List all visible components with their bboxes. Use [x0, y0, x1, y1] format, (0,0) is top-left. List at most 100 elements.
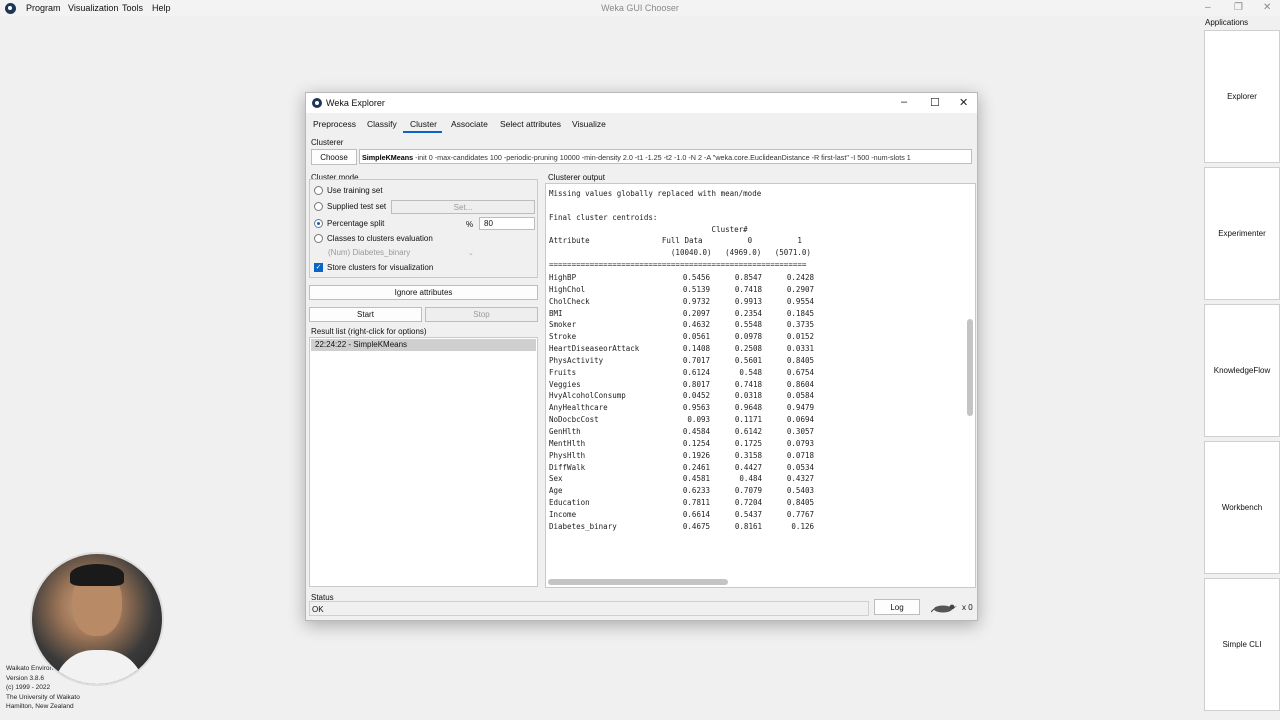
centroid-row: Age 0.6233 0.7079 0.5403	[549, 485, 814, 497]
clusterer-output-panel[interactable]: Missing values globally replaced with me…	[545, 183, 976, 588]
horizontal-scrollbar[interactable]	[548, 579, 728, 585]
percentage-split-input[interactable]: 80	[479, 217, 535, 230]
use-training-set-option[interactable]: Use training set	[314, 186, 383, 195]
stop-button[interactable]: Stop	[425, 307, 538, 322]
cluster-1-cell: 0.8405	[786, 498, 814, 508]
centroid-row: Stroke 0.0561 0.0978 0.0152	[549, 331, 814, 343]
centroid-row: Fruits 0.6124 0.548 0.6754	[549, 367, 814, 379]
clusterer-name: SimpleKMeans	[362, 153, 414, 162]
cluster-0-cell: 0.7204	[734, 498, 762, 508]
attribute-cell: Education	[549, 498, 590, 508]
full-data-cell: 0.7811	[682, 498, 710, 508]
cluster-0-cell: 0.0978	[734, 332, 762, 342]
radio-icon	[314, 202, 323, 211]
cluster-1-cell: 0.0584	[786, 391, 814, 401]
minimize-icon[interactable]: –	[901, 96, 907, 108]
close-icon[interactable]: ✕	[959, 96, 968, 109]
vertical-scrollbar[interactable]	[967, 319, 973, 416]
centroid-row: GenHlth 0.4584 0.6142 0.3057	[549, 426, 814, 438]
cluster-1-cell: 0.6754	[786, 367, 814, 377]
store-clusters-option[interactable]: ✓ Store clusters for visualization	[314, 263, 433, 272]
tab-cluster[interactable]: Cluster	[410, 119, 437, 129]
classes-to-clusters-option[interactable]: Classes to clusters evaluation	[314, 234, 433, 243]
explorer-button[interactable]: Explorer	[1204, 30, 1280, 163]
tab-preprocess[interactable]: Preprocess	[313, 119, 356, 129]
output-header-text: Missing values globally replaced with me…	[549, 189, 811, 270]
chooser-minimize-icon[interactable]: –	[1205, 2, 1211, 13]
class-attribute-dropdown[interactable]: (Num) Diabetes_binary	[324, 247, 482, 260]
choose-button[interactable]: Choose	[311, 149, 357, 165]
footer-line: Hamilton, New Zealand	[6, 703, 74, 711]
webcam-shirt	[54, 650, 144, 684]
start-button[interactable]: Start	[309, 307, 422, 322]
full-data-cell: 0.2461	[682, 462, 710, 472]
percentage-split-option[interactable]: Percentage split	[314, 219, 384, 228]
cluster-0-cell: 0.548	[739, 367, 762, 377]
centroid-row: HvyAlcoholConsump 0.0452 0.0318 0.0584	[549, 390, 814, 402]
centroid-row: Education 0.7811 0.7204 0.8405	[549, 497, 814, 509]
full-data-cell: 0.5456	[682, 273, 710, 282]
applications-panel: Applications Explorer Experimenter Knowl…	[1202, 16, 1280, 720]
chooser-maximize-icon[interactable]: ❐	[1234, 2, 1243, 13]
cluster-1-cell: 0.9554	[786, 296, 814, 306]
attribute-cell: Stroke	[549, 332, 577, 342]
attribute-cell: BMI	[549, 308, 563, 318]
explorer-title: Weka Explorer	[326, 98, 385, 108]
cluster-1-cell: 0.7767	[786, 509, 814, 519]
result-list: 22:24:22 - SimpleKMeans	[309, 337, 538, 587]
use-training-set-label: Use training set	[327, 186, 383, 195]
cluster-0-cell: 0.1171	[734, 415, 762, 425]
simple-cli-button[interactable]: Simple CLI	[1204, 578, 1280, 711]
centroid-row: HeartDiseaseorAttack 0.1408 0.2508 0.0331	[549, 343, 814, 355]
full-data-cell: 0.1254	[682, 438, 710, 448]
knowledgeflow-button[interactable]: KnowledgeFlow	[1204, 304, 1280, 437]
centroid-row: PhysHlth 0.1926 0.3158 0.0718	[549, 450, 814, 462]
cluster-1-cell: 0.126	[791, 521, 814, 531]
percent-symbol: %	[466, 220, 474, 229]
set-button[interactable]: Set...	[391, 200, 535, 214]
cluster-1-cell: 0.9479	[786, 403, 814, 413]
tab-associate[interactable]: Associate	[451, 119, 488, 129]
attribute-cell: HighBP	[549, 273, 577, 282]
supplied-test-set-option[interactable]: Supplied test set	[314, 202, 386, 211]
attribute-cell: Age	[549, 486, 563, 496]
centroid-table: HighBP 0.5456 0.8547 0.2428 HighChol 0.5139 0.…	[549, 272, 814, 533]
cluster-1-cell: 0.8405	[786, 355, 814, 365]
full-data-cell: 0.1926	[682, 450, 710, 460]
footer-line: (c) 1999 - 2022	[6, 684, 51, 692]
centroid-row: BMI 0.2097 0.2354 0.1845	[549, 308, 814, 320]
chooser-close-icon[interactable]: ✕	[1263, 2, 1271, 13]
attribute-cell: HeartDiseaseorAttack	[549, 344, 640, 354]
cluster-1-cell: 0.0718	[786, 450, 814, 460]
centroid-row: HighChol 0.5139 0.7418 0.2907	[549, 284, 814, 296]
cluster-0-cell: 0.484	[739, 474, 762, 484]
experimenter-button[interactable]: Experimenter	[1204, 167, 1280, 300]
tab-classify[interactable]: Classify	[367, 119, 397, 129]
cluster-1-cell: 0.5403	[786, 486, 814, 496]
result-list-item[interactable]: 22:24:22 - SimpleKMeans	[311, 339, 536, 351]
cluster-0-cell: 0.9913	[734, 296, 762, 306]
log-button[interactable]: Log	[874, 599, 920, 615]
cluster-1-cell: 0.0793	[786, 438, 814, 448]
centroid-row: AnyHealthcare 0.9563 0.9648 0.9479	[549, 402, 814, 414]
centroid-row: Sex 0.4581 0.484 0.4327	[549, 473, 814, 485]
full-data-cell: 0.8017	[682, 379, 710, 389]
workbench-button[interactable]: Workbench	[1204, 441, 1280, 574]
full-data-cell: 0.6233	[682, 486, 710, 496]
attribute-cell: GenHlth	[549, 426, 581, 436]
explorer-titlebar: Weka Explorer – ☐ ✕	[306, 93, 977, 113]
ignore-attributes-button[interactable]: Ignore attributes	[309, 285, 538, 300]
cluster-0-cell: 0.2354	[734, 308, 762, 318]
full-data-cell: 0.2097	[682, 308, 710, 318]
weka-bird-icon	[312, 98, 322, 108]
cluster-1-cell: 0.8604	[786, 379, 814, 389]
clusterer-options-field[interactable]: SimpleKMeans -init 0 -max-candidates 100…	[359, 149, 972, 164]
attribute-cell: AnyHealthcare	[549, 403, 608, 413]
maximize-icon[interactable]: ☐	[930, 96, 940, 109]
attribute-cell: Sex	[549, 474, 563, 484]
tab-visualize[interactable]: Visualize	[572, 119, 606, 129]
tab-select-attributes[interactable]: Select attributes	[500, 119, 561, 129]
cluster-1-cell: 0.3735	[786, 320, 814, 330]
cluster-0-cell: 0.8547	[734, 273, 762, 282]
centroid-row: Income 0.6614 0.5437 0.7767	[549, 509, 814, 521]
